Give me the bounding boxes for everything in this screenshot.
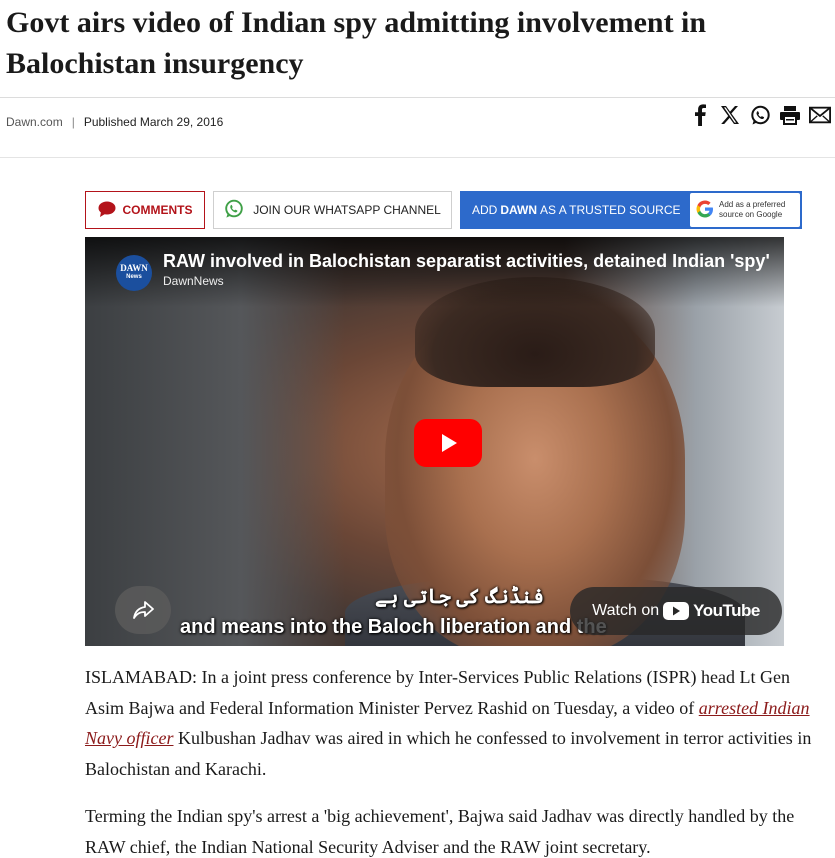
google-badge-text: Add as a preferred source on Google <box>719 200 786 219</box>
whatsapp-icon <box>224 199 244 222</box>
divider <box>0 157 835 158</box>
trusted-source-button[interactable]: ADD DAWN AS A TRUSTED SOURCE Add as a pr… <box>460 191 802 229</box>
video-player[interactable]: DAWN News RAW involved in Balochistan se… <box>85 237 784 646</box>
byline: Dawn.com | Published March 29, 2016 <box>6 115 223 129</box>
video-title-overlay <box>85 237 784 307</box>
subtitle-english: and means into the Baloch liberation and… <box>180 616 607 638</box>
share-bar <box>689 103 831 127</box>
x-icon[interactable] <box>719 103 741 127</box>
channel-avatar[interactable]: DAWN News <box>116 255 152 291</box>
whatsapp-channel-button[interactable]: JOIN OUR WHATSAPP CHANNEL <box>213 191 452 229</box>
trusted-prefix: ADD <box>472 203 498 217</box>
comments-button[interactable]: COMMENTS <box>85 191 205 229</box>
action-buttons: COMMENTS JOIN OUR WHATSAPP CHANNEL ADD D… <box>85 191 802 229</box>
byline-separator: | <box>71 115 75 129</box>
video-channel[interactable]: DawnNews <box>163 274 224 288</box>
play-icon <box>442 434 457 452</box>
watch-on-youtube-button[interactable]: Watch on YouTube <box>570 587 782 635</box>
publish-date: Published March 29, 2016 <box>83 115 224 129</box>
byline-source[interactable]: Dawn.com <box>6 115 63 129</box>
comments-label: COMMENTS <box>122 203 193 217</box>
trusted-suffix: AS A TRUSTED SOURCE <box>540 203 681 217</box>
share-arrow-icon <box>133 601 154 619</box>
facebook-icon[interactable] <box>689 103 711 127</box>
whatsapp-channel-label: JOIN OUR WHATSAPP CHANNEL <box>253 203 441 217</box>
divider <box>0 97 835 98</box>
google-preferred-badge[interactable]: Add as a preferred source on Google <box>690 193 800 227</box>
google-g-icon <box>696 200 714 221</box>
video-share-button[interactable] <box>115 586 171 634</box>
article-paragraph: ISLAMABAD: In a joint press conference b… <box>85 667 812 779</box>
article-paragraph: Terming the Indian spy's arrest a 'big a… <box>85 806 795 857</box>
play-button[interactable] <box>414 419 482 467</box>
trusted-brand: DAWN <box>500 203 538 217</box>
print-icon[interactable] <box>779 103 801 127</box>
email-icon[interactable] <box>809 103 831 127</box>
watch-on-label: Watch on <box>592 602 660 619</box>
whatsapp-icon[interactable] <box>749 103 771 127</box>
subtitle-urdu: فنڈنگ کی جاتی ہے <box>375 586 545 608</box>
video-title[interactable]: RAW involved in Balochistan separatist a… <box>163 251 778 272</box>
youtube-logo-icon <box>663 602 690 620</box>
article-headline: Govt airs video of Indian spy admitting … <box>6 6 707 80</box>
youtube-label: YouTube <box>693 601 760 620</box>
comment-bubble-icon <box>98 201 116 220</box>
